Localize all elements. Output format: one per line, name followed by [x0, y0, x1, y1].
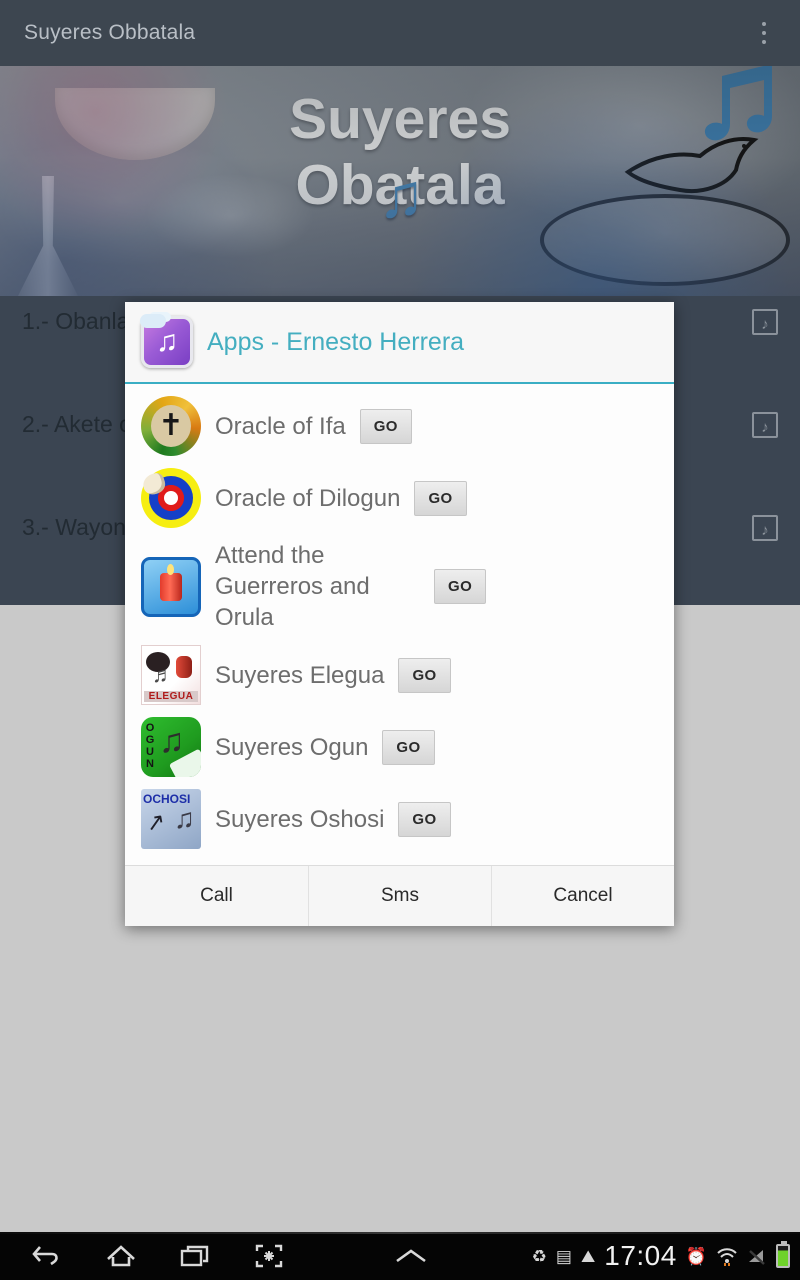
red-shape — [176, 656, 192, 678]
basket-decor — [55, 88, 215, 160]
battery-full-icon — [776, 1241, 790, 1268]
sdcard-icon: ▤ — [555, 1246, 572, 1266]
candle-glyph — [160, 563, 182, 601]
go-button[interactable]: GO — [434, 569, 487, 604]
banner-title: Suyeres Obatala — [0, 86, 800, 218]
dot — [762, 22, 766, 26]
dilogun-oracle-icon — [140, 468, 201, 528]
banner-title-line2: Obatala — [295, 153, 505, 217]
elegua-music-icon: ♬ ELEGUA — [141, 645, 201, 705]
ifa-oracle-icon: ✝ — [141, 396, 201, 456]
divination-tray-decor — [540, 194, 790, 286]
sms-button[interactable]: Sms — [308, 866, 491, 926]
note-glyph: ♫ — [155, 325, 179, 358]
clock[interactable]: 17:04 — [604, 1240, 677, 1272]
list-item[interactable]: OCHOSI ↗ ♫ Suyeres Oshosi GO — [125, 783, 674, 855]
status-icons: ♻ ▤ ⛰ 17:04 ⏰ — [532, 1232, 790, 1280]
wifi-icon — [717, 1248, 737, 1266]
go-button[interactable]: GO — [359, 408, 412, 444]
system-navigation-bar: ♻ ▤ ⛰ 17:04 ⏰ — [0, 1232, 800, 1280]
song-title: 3.- Wayonk — [22, 514, 138, 540]
apps-list: ✝ Oracle of Ifa GO Oracle of Dilogun GO … — [125, 384, 674, 865]
dot — [762, 40, 766, 44]
recents-glyph — [180, 1245, 209, 1267]
list-item[interactable]: ✝ Oracle of Ifa GO — [125, 390, 674, 462]
ochosi-music-icon: OCHOSI ↗ ♫ — [141, 789, 201, 849]
dot — [762, 31, 766, 35]
screen: Suyeres Obbatala Suyeres Obatala ♫ 1.- O… — [0, 0, 800, 1280]
overflow-menu-icon[interactable] — [744, 0, 784, 66]
cowrie-shell — [140, 471, 168, 497]
home-glyph — [107, 1245, 135, 1267]
app-label: Oracle of Dilogun — [215, 484, 401, 512]
note-glyph: ♫ — [174, 803, 195, 834]
signal-off-icon — [749, 1250, 765, 1265]
action-bar: Suyeres Obbatala — [0, 0, 800, 66]
chevron-up-icon[interactable] — [374, 1232, 448, 1280]
bow-arrow-glyph: ↗ — [143, 807, 168, 837]
recycle-icon: ♻ — [531, 1246, 547, 1266]
app-label: Suyeres Elegua — [215, 661, 385, 689]
app-label: Oracle of Ifa — [215, 412, 346, 440]
back-icon[interactable] — [10, 1232, 84, 1280]
list-item[interactable]: Oracle of Dilogun GO — [125, 462, 674, 534]
elegua-label: ELEGUA — [144, 691, 198, 702]
header-banner-image: Suyeres Obatala ♫ — [0, 66, 800, 296]
music-file-icon[interactable]: ♪ — [752, 514, 778, 541]
list-item[interactable]: ♬ ELEGUA Suyeres Elegua GO — [125, 639, 674, 711]
center-dot — [164, 491, 178, 505]
page-title: Suyeres Obbatala — [24, 21, 196, 44]
call-button[interactable]: Call — [125, 866, 308, 926]
image-icon: ⛰ — [580, 1246, 596, 1266]
music-file-icon[interactable]: ♪ — [752, 308, 778, 335]
go-button[interactable]: GO — [382, 729, 435, 765]
banner-music-notes-icon: ♫ — [378, 162, 425, 231]
ogun-label: OGUN — [144, 722, 156, 770]
recents-icon[interactable] — [158, 1232, 232, 1280]
list-item[interactable]: OGUN ♫ Suyeres Ogun GO — [125, 711, 674, 783]
app-label: Attend the Guerreros and Orula — [215, 542, 370, 631]
dialog-button-bar: Call Sms Cancel — [125, 865, 674, 926]
screenshot-icon[interactable] — [232, 1232, 306, 1280]
dialog-title: Apps - Ernesto Herrera — [207, 327, 465, 356]
chevron-up-glyph — [396, 1249, 426, 1263]
list-item[interactable]: Attend the Guerreros and Orula GO — [125, 534, 674, 639]
app-label: Suyeres Oshosi — [215, 805, 385, 833]
go-button[interactable]: GO — [414, 480, 467, 516]
go-button[interactable]: GO — [398, 801, 451, 837]
back-arrow-glyph — [32, 1246, 58, 1266]
app-label: Suyeres Ogun — [215, 733, 369, 761]
dialog-header: ♫ Apps - Ernesto Herrera — [125, 302, 674, 384]
ogun-music-icon: OGUN ♫ — [141, 717, 201, 777]
note-glyph: ♬ — [152, 662, 174, 687]
screenshot-glyph — [255, 1244, 283, 1268]
dove-outline-icon — [624, 137, 759, 193]
go-button[interactable]: GO — [398, 657, 451, 693]
note-glyph: ♫ — [159, 722, 185, 760]
music-file-icon[interactable]: ♪ — [752, 411, 778, 438]
home-icon[interactable] — [84, 1232, 158, 1280]
apps-dialog: ♫ Apps - Ernesto Herrera ✝ Oracle of Ifa… — [125, 302, 674, 926]
stand-decor — [18, 176, 78, 296]
music-cloud-app-icon: ♫ — [140, 314, 193, 368]
red-candle-icon — [141, 556, 201, 617]
alarm-clock-icon: ⏰ — [685, 1246, 707, 1266]
banner-title-line1: Suyeres — [289, 87, 511, 151]
cross-glyph: ✝ — [158, 409, 184, 442]
banner-note-icon — [705, 66, 772, 141]
cancel-button[interactable]: Cancel — [491, 866, 674, 926]
nav-button-group — [10, 1232, 448, 1280]
